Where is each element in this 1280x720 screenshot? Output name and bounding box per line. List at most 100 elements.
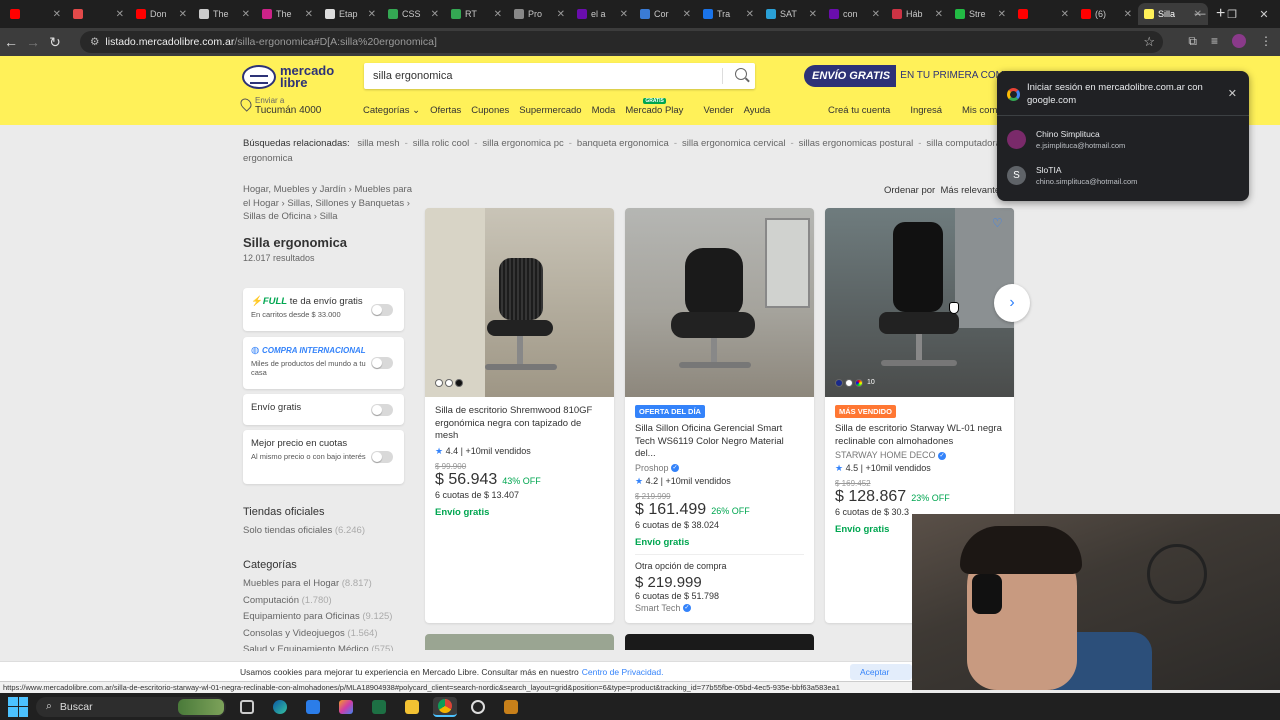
menu-kebab-icon[interactable]: ⋮ — [1260, 34, 1272, 49]
reading-list-icon[interactable]: ≡ — [1211, 34, 1218, 49]
breadcrumb-link[interactable]: Hogar, Muebles y Jardín — [243, 184, 346, 195]
free-shipping-toggle[interactable] — [371, 403, 393, 416]
best-price-toggle[interactable] — [371, 451, 393, 463]
search-input[interactable]: silla ergonomica — [364, 63, 755, 89]
tab-close-icon[interactable]: ✕ — [431, 9, 439, 20]
color-swatches[interactable]: 10 — [835, 379, 875, 387]
product-card-1[interactable]: Silla de escritorio Shremwood 810GF ergo… — [425, 208, 614, 623]
minimize-icon[interactable]: — — [1184, 8, 1216, 20]
filter-best-price[interactable]: Mejor precio en cuotas Al mismo precio o… — [243, 430, 404, 484]
other-seller-name[interactable]: Smart Tech — [635, 603, 680, 613]
carousel-next-arrow-icon[interactable]: › — [994, 284, 1030, 322]
browser-tab[interactable]: ✕ — [4, 3, 67, 25]
nav-help[interactable]: Ayuda — [744, 105, 771, 116]
browser-tab[interactable]: The ✕ — [256, 3, 319, 25]
close-icon[interactable]: ✕ — [1228, 87, 1237, 100]
tab-close-icon[interactable]: ✕ — [179, 9, 187, 20]
accept-cookies-button[interactable]: Aceptar cook — [850, 664, 912, 693]
tab-close-icon[interactable]: ✕ — [935, 9, 943, 20]
seller-name[interactable]: Proshop — [635, 463, 669, 473]
bookmark-star-icon[interactable]: ☆ — [1143, 34, 1155, 50]
nav-offers[interactable]: Ofertas — [430, 105, 461, 116]
product-card-peek-4[interactable] — [425, 634, 614, 650]
store-icon[interactable] — [301, 697, 325, 717]
edge-icon[interactable] — [268, 697, 292, 717]
nav-coupons[interactable]: Cupones — [471, 105, 509, 116]
browser-tab[interactable]: Etap ✕ — [319, 3, 382, 25]
product-title[interactable]: Silla de escritorio Shremwood 810GF ergo… — [435, 405, 604, 443]
tab-close-icon[interactable]: ✕ — [557, 9, 565, 20]
login-link[interactable]: Ingresá — [910, 105, 942, 116]
official-stores-item[interactable]: Solo tiendas oficiales (6.246) — [243, 523, 365, 540]
address-bar[interactable]: ⚙ listado.mercadolibre.com.ar/silla-ergo… — [80, 31, 1163, 53]
extensions-icon[interactable]: ⧉ — [1188, 34, 1197, 49]
favorite-heart-icon[interactable]: ♡ — [992, 217, 1004, 229]
related-search-link[interactable]: sillas ergonomicas postural — [799, 138, 914, 149]
product-image-2[interactable] — [625, 208, 814, 397]
category-item[interactable]: Computación (1.780) — [243, 593, 394, 610]
free-shipping-promo[interactable]: ENVÍO GRATIS EN TU PRIMERA COM — [804, 65, 1004, 87]
tab-close-icon[interactable]: ✕ — [683, 9, 691, 20]
seller-name[interactable]: STARWAY HOME DECO — [835, 450, 936, 460]
browser-tab[interactable]: Don ✕ — [130, 3, 193, 25]
browser-tab[interactable]: Pro ✕ — [508, 3, 571, 25]
color-swatches[interactable] — [435, 379, 463, 387]
google-account-1[interactable]: Chino Simplituca e.jsimplituca@hotmail.co… — [1007, 129, 1125, 150]
google-account-2[interactable]: S SloTIA chino.simplituca@hotmail.com — [1007, 165, 1137, 186]
site-info-icon[interactable]: ⚙ — [90, 36, 99, 48]
category-item[interactable]: Salud y Equipamiento Médico (575) — [243, 642, 394, 651]
related-search-link[interactable]: banqueta ergonomica — [577, 138, 669, 149]
excel-icon[interactable] — [367, 697, 391, 717]
browser-tab[interactable]: SAT ✕ — [760, 3, 823, 25]
product-card-2[interactable]: OFERTA DEL DÍA Silla Sillon Oficina Gere… — [625, 208, 814, 623]
obs-icon[interactable] — [466, 697, 490, 717]
tab-close-icon[interactable]: ✕ — [305, 9, 313, 20]
browser-tab[interactable]: CSS ✕ — [382, 3, 445, 25]
related-search-link[interactable]: silla ergonomica pc — [482, 138, 563, 149]
breadcrumb-link[interactable]: Silla — [320, 211, 338, 222]
browser-tab[interactable]: Háb ✕ — [886, 3, 949, 25]
related-search-link[interactable]: silla rolic cool — [413, 138, 470, 149]
chrome-icon[interactable] — [433, 696, 457, 717]
category-item[interactable]: Consolas y Videojuegos (1.564) — [243, 626, 394, 643]
other-option[interactable]: Otra opción de compra $ 219.999 6 cuotas… — [635, 553, 804, 613]
related-search-link[interactable]: silla mesh — [357, 138, 399, 149]
restore-icon[interactable]: ❐ — [1216, 8, 1248, 21]
browser-tab[interactable]: Tra ✕ — [697, 3, 760, 25]
product-title[interactable]: Silla de escritorio Starway WL-01 negra … — [835, 423, 1004, 448]
reload-icon[interactable]: ↻ — [44, 34, 66, 51]
product-card-peek-5[interactable] — [625, 634, 814, 650]
filter-free-shipping[interactable]: Envío gratis — [243, 394, 404, 425]
nav-categories[interactable]: Categorías ⌄ — [363, 105, 420, 116]
tab-close-icon[interactable]: ✕ — [494, 9, 502, 20]
product-title[interactable]: Silla Sillon Oficina Gerencial Smart Tec… — [635, 423, 804, 461]
windows-start-icon[interactable] — [8, 696, 28, 717]
category-item[interactable]: Equipamiento para Oficinas (9.125) — [243, 609, 394, 626]
browser-tab[interactable]: RT ✕ — [445, 3, 508, 25]
browser-tab[interactable]: Stre ✕ — [949, 3, 1012, 25]
taskbar-search[interactable]: ⌕ Buscar — [36, 696, 226, 717]
browser-tab[interactable]: ✕ — [1012, 3, 1075, 25]
tab-close-icon[interactable]: ✕ — [746, 9, 754, 20]
browser-tab[interactable]: el a ✕ — [571, 3, 634, 25]
breadcrumb-link[interactable]: Sillas de Oficina — [243, 211, 311, 222]
browser-tab[interactable]: ✕ — [67, 3, 130, 25]
sort-selector[interactable]: Ordenar por Más relevantes — [884, 185, 1005, 196]
tab-close-icon[interactable]: ✕ — [116, 9, 124, 20]
tab-close-icon[interactable]: ✕ — [1061, 9, 1069, 20]
task-view-icon[interactable] — [235, 697, 259, 717]
file-explorer-icon[interactable] — [400, 697, 424, 717]
tab-close-icon[interactable]: ✕ — [872, 9, 880, 20]
tab-close-icon[interactable]: ✕ — [368, 9, 376, 20]
category-item[interactable]: Muebles para el Hogar (8.817) — [243, 576, 394, 593]
browser-tab[interactable]: (6) ✕ — [1075, 3, 1138, 25]
product-image-1[interactable] — [425, 208, 614, 397]
tab-close-icon[interactable]: ✕ — [998, 9, 1006, 20]
mercadolibre-logo[interactable]: mercado libre — [242, 64, 334, 89]
search-icon[interactable] — [735, 68, 747, 80]
app-icon[interactable] — [499, 697, 523, 717]
intl-toggle[interactable] — [371, 357, 393, 369]
tab-close-icon[interactable]: ✕ — [620, 9, 628, 20]
nav-mercado-play[interactable]: Mercado Play GRATIS — [625, 98, 693, 116]
browser-tab[interactable]: The ✕ — [193, 3, 256, 25]
